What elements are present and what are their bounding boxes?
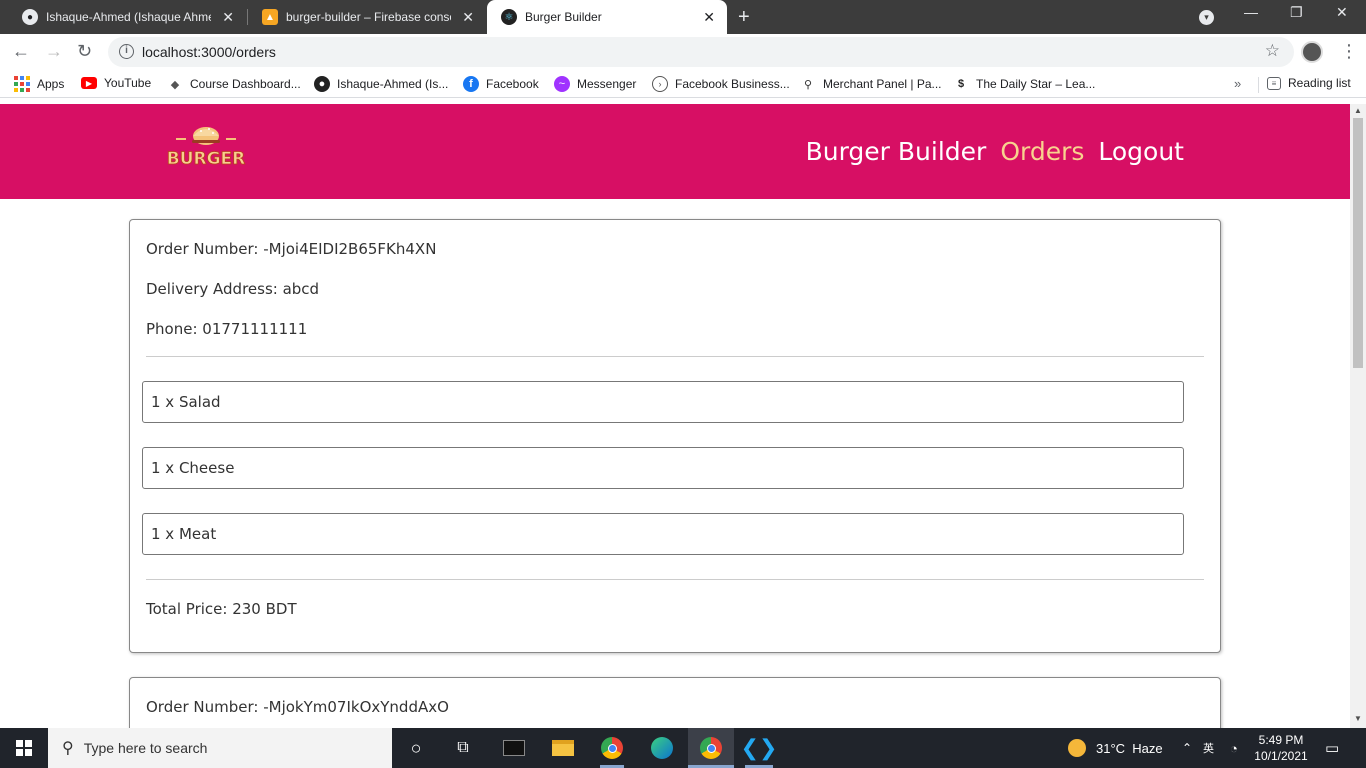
reload-icon[interactable]: ↻ bbox=[77, 41, 92, 62]
bookmark-course-dashboard[interactable]: ◆ Course Dashboard... bbox=[167, 76, 301, 92]
scrollbar-thumb[interactable] bbox=[1353, 118, 1363, 368]
search-icon: ⚲ bbox=[62, 740, 74, 757]
ingredient-item-meat: 1 x Meat bbox=[142, 513, 1184, 555]
course-icon: ◆ bbox=[170, 78, 180, 91]
window-close-button[interactable]: ✕ bbox=[1336, 4, 1348, 21]
tab-search-icon[interactable]: ▾ bbox=[1199, 10, 1214, 25]
taskbar-search-box[interactable]: ⚲ Type here to search bbox=[48, 728, 392, 768]
bookmark-facebook[interactable]: f Facebook bbox=[463, 76, 539, 92]
clock-date: 10/1/2021 bbox=[1254, 749, 1308, 763]
apps-grid-icon bbox=[14, 76, 30, 92]
address-bar[interactable]: i localhost:3000/orders ☆ bbox=[108, 37, 1294, 67]
tray-overflow-icon[interactable]: ⌃ bbox=[1182, 728, 1192, 768]
divider bbox=[146, 579, 1204, 580]
bookmark-apps[interactable]: Apps bbox=[14, 76, 64, 92]
facebook-icon: f bbox=[463, 76, 479, 92]
bookmark-messenger[interactable]: ~ Messenger bbox=[554, 76, 636, 92]
logo-text: BURGER bbox=[167, 149, 246, 169]
delivery-address: Delivery Address: abcd bbox=[146, 280, 320, 298]
tab-firebase[interactable]: ▲ burger-builder – Firebase console ✕ bbox=[248, 0, 486, 34]
weather-widget[interactable]: 31°C Haze bbox=[1068, 728, 1163, 768]
clock-time: 5:49 PM bbox=[1258, 733, 1304, 747]
github-icon: ● bbox=[314, 76, 330, 92]
minimize-button[interactable]: — bbox=[1244, 4, 1258, 20]
scroll-up-icon[interactable]: ▲ bbox=[1354, 106, 1362, 115]
app-nav: Burger Builder Orders Logout bbox=[806, 137, 1184, 166]
tab-github[interactable]: ● Ishaque-Ahmed (Ishaque Ahmed) ✕ bbox=[8, 0, 246, 34]
app-navbar: BURGER Burger Builder Orders Logout bbox=[0, 104, 1350, 199]
windows-taskbar: ⚲ Type here to search ○ ⧉ ❮❯ 31°C Haze ⌃… bbox=[0, 728, 1366, 768]
cortana-icon[interactable]: ○ bbox=[404, 736, 428, 760]
weather-haze-icon bbox=[1068, 739, 1086, 757]
windows-start-icon[interactable] bbox=[16, 740, 32, 756]
nav-burger-builder[interactable]: Burger Builder bbox=[806, 137, 987, 166]
bookmark-facebook-business[interactable]: › Facebook Business... bbox=[652, 76, 790, 92]
browser-toolbar: ← → ↻ i localhost:3000/orders ☆ ⋮ bbox=[0, 34, 1366, 70]
vscode-icon[interactable]: ❮❯ bbox=[741, 735, 778, 760]
reading-list-icon: ≡ bbox=[1267, 76, 1281, 90]
github-icon: ● bbox=[22, 9, 38, 25]
menu-kebab-icon[interactable]: ⋮ bbox=[1340, 41, 1358, 62]
taskbar-clock[interactable]: 5:49 PM 10/1/2021 bbox=[1248, 732, 1314, 764]
firebase-icon: ▲ bbox=[262, 9, 278, 25]
site-info-icon[interactable]: i bbox=[119, 44, 134, 59]
url-text[interactable]: localhost:3000/orders bbox=[142, 44, 276, 60]
youtube-icon: ▶ bbox=[81, 77, 97, 89]
ingredient-item-cheese: 1 x Cheese bbox=[142, 447, 1184, 489]
order-card: Order Number: -MjokYm07IkOxYnddAxO bbox=[129, 677, 1221, 728]
messenger-icon: ~ bbox=[554, 76, 570, 92]
bookmark-merchant-panel[interactable]: ⚲ Merchant Panel | Pa... bbox=[800, 76, 942, 92]
bicycle-icon: ⚲ bbox=[803, 78, 813, 91]
page-viewport: BURGER Burger Builder Orders Logout Orde… bbox=[0, 104, 1350, 728]
bookmark-github[interactable]: ● Ishaque-Ahmed (Is... bbox=[314, 76, 448, 92]
chrome-icon[interactable] bbox=[600, 736, 624, 760]
back-icon[interactable]: ← bbox=[12, 41, 30, 62]
bookmarks-overflow-button[interactable]: » bbox=[1234, 76, 1241, 91]
notifications-icon[interactable]: ▭ bbox=[1325, 728, 1339, 768]
chrome-profile-icon[interactable] bbox=[699, 736, 723, 760]
order-card: Order Number: -Mjoi4EIDI2B65FKh4XN Deliv… bbox=[129, 219, 1221, 653]
reading-list-button[interactable]: ≡ Reading list bbox=[1267, 76, 1351, 90]
bookmark-youtube[interactable]: ▶ YouTube bbox=[81, 76, 151, 90]
tab-burger-builder[interactable]: ⚛ Burger Builder ✕ bbox=[487, 0, 727, 34]
profile-avatar[interactable] bbox=[1301, 41, 1323, 63]
order-number: Order Number: -Mjoi4EIDI2B65FKh4XN bbox=[146, 240, 437, 258]
divider bbox=[146, 356, 1204, 357]
bookmarks-bar: Apps ▶ YouTube ◆ Course Dashboard... ● I… bbox=[0, 70, 1366, 98]
react-icon: ⚛ bbox=[501, 9, 517, 25]
ingredient-item-salad: 1 x Salad bbox=[142, 381, 1184, 423]
order-number: Order Number: -MjokYm07IkOxYnddAxO bbox=[146, 698, 449, 716]
input-language-icon[interactable]: 英 bbox=[1203, 728, 1214, 768]
terminal-icon[interactable] bbox=[502, 736, 526, 760]
task-view-icon[interactable]: ⧉ bbox=[451, 736, 475, 760]
file-explorer-icon[interactable] bbox=[551, 736, 575, 760]
bookmark-daily-star[interactable]: $ The Daily Star – Lea... bbox=[953, 76, 1095, 92]
close-icon[interactable]: ✕ bbox=[462, 9, 474, 26]
phone-number: Phone: 01771111111 bbox=[146, 320, 308, 338]
page-scrollbar[interactable]: ▲ ▼ bbox=[1350, 104, 1366, 728]
facebook-business-icon: › bbox=[652, 76, 668, 92]
browser-tab-strip: ● Ishaque-Ahmed (Ishaque Ahmed) ✕ ▲ burg… bbox=[0, 0, 1366, 34]
burger-logo[interactable]: BURGER bbox=[166, 118, 246, 176]
wifi-icon[interactable]: ◔ bbox=[1230, 728, 1238, 768]
restore-button[interactable]: ❐ bbox=[1290, 4, 1303, 21]
total-price: Total Price: 230 BDT bbox=[146, 600, 297, 618]
new-tab-button[interactable]: + bbox=[738, 6, 750, 29]
bookmark-star-icon[interactable]: ☆ bbox=[1265, 41, 1280, 61]
nav-orders[interactable]: Orders bbox=[1000, 137, 1084, 166]
bookmarks-divider bbox=[1258, 77, 1259, 93]
forward-icon[interactable]: → bbox=[45, 41, 63, 62]
nav-logout[interactable]: Logout bbox=[1098, 137, 1184, 166]
close-icon[interactable]: ✕ bbox=[222, 9, 234, 26]
scroll-down-icon[interactable]: ▼ bbox=[1354, 714, 1362, 723]
close-icon[interactable]: ✕ bbox=[703, 9, 715, 26]
daily-star-icon: $ bbox=[957, 78, 965, 90]
edge-icon[interactable] bbox=[650, 736, 674, 760]
